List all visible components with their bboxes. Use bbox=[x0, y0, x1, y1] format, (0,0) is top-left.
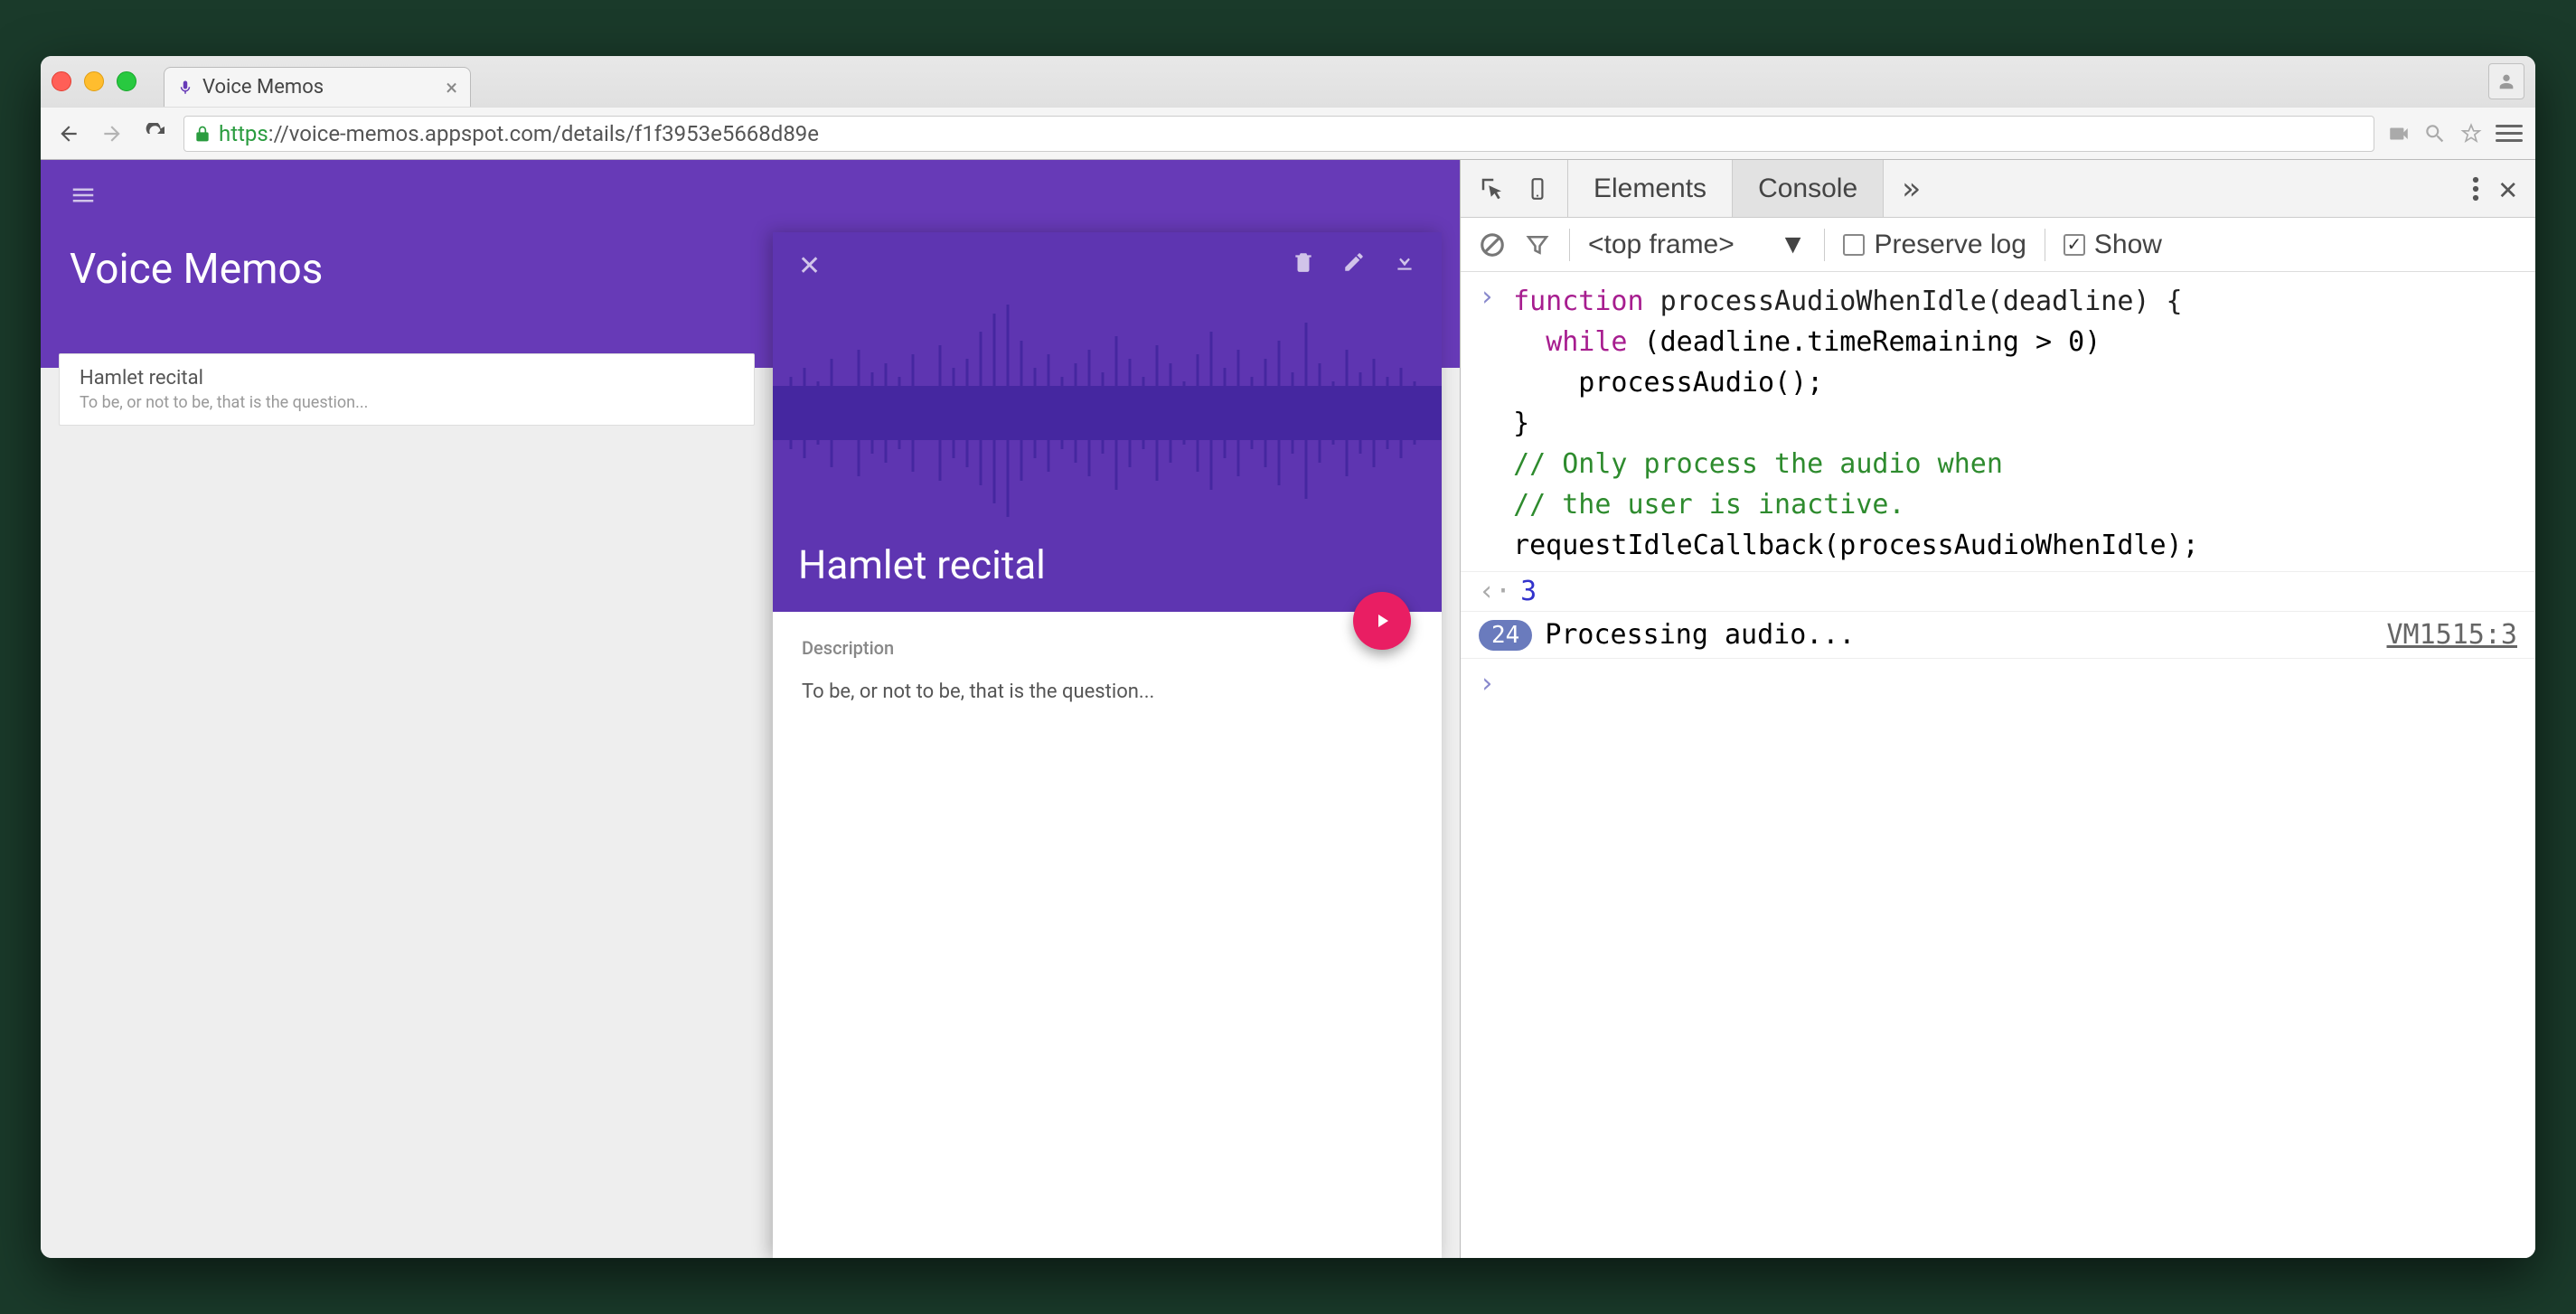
download-icon[interactable] bbox=[1393, 250, 1416, 274]
inspect-icon[interactable] bbox=[1479, 175, 1506, 202]
tab-elements[interactable]: Elements bbox=[1568, 160, 1733, 217]
browser-window: Voice Memos × https://voice-memos.appspo… bbox=[41, 56, 2535, 1258]
filter-icon[interactable] bbox=[1524, 231, 1551, 258]
camera-icon[interactable] bbox=[2387, 122, 2411, 145]
pencil-icon[interactable] bbox=[1342, 250, 1366, 274]
code-line: // the user is inactive. bbox=[1513, 484, 2199, 525]
log-count-badge: 24 bbox=[1479, 620, 1532, 651]
reload-icon bbox=[145, 123, 166, 145]
play-fab[interactable] bbox=[1353, 592, 1411, 650]
profile-button[interactable] bbox=[2488, 63, 2524, 99]
code-line: processAudio(); bbox=[1513, 362, 2199, 403]
input-prompt-icon: › bbox=[1479, 281, 1513, 566]
detail-title: Hamlet recital bbox=[798, 541, 1046, 588]
waveform-visualization bbox=[773, 296, 1442, 530]
memo-detail-card: ✕ bbox=[773, 232, 1442, 1258]
window-controls bbox=[52, 71, 136, 91]
preserve-log-toggle[interactable]: Preserve log bbox=[1843, 230, 2026, 260]
return-arrow-icon: ‹· bbox=[1479, 576, 1511, 607]
chevron-down-icon: ▼ bbox=[1780, 230, 1807, 260]
memo-list-item[interactable]: Hamlet recital To be, or not to be, that… bbox=[59, 353, 755, 426]
lock-icon bbox=[193, 125, 212, 143]
detail-body: Description To be, or not to be, that is… bbox=[773, 612, 1442, 728]
forward-button[interactable] bbox=[97, 118, 127, 149]
omnibox-actions bbox=[2387, 122, 2483, 145]
description-text: To be, or not to be, that is the questio… bbox=[802, 680, 1413, 703]
tabstrip: Voice Memos × bbox=[41, 56, 2535, 107]
console-return-row: ‹· 3 bbox=[1461, 572, 2535, 612]
trash-icon[interactable] bbox=[1292, 250, 1315, 274]
reload-button[interactable] bbox=[140, 118, 171, 149]
tab-console[interactable]: Console bbox=[1733, 160, 1884, 217]
console-output[interactable]: › function processAudioWhenIdle(deadline… bbox=[1461, 272, 2535, 1258]
browser-tab[interactable]: Voice Memos × bbox=[164, 67, 471, 107]
browser-chrome: Voice Memos × https://voice-memos.appspo… bbox=[41, 56, 2535, 160]
console-filterbar: <top frame> ▼ Preserve log Show bbox=[1461, 218, 2535, 272]
kebab-icon[interactable] bbox=[2472, 175, 2479, 202]
devtools-tab-icons bbox=[1461, 160, 1568, 217]
person-icon bbox=[2496, 71, 2516, 91]
devtools-close-icon[interactable]: ✕ bbox=[2499, 171, 2517, 207]
microphone-icon bbox=[177, 80, 193, 96]
console-input-block: › function processAudioWhenIdle(deadline… bbox=[1461, 276, 2535, 572]
chrome-menu-button[interactable] bbox=[2496, 120, 2523, 147]
frame-selector[interactable]: <top frame> ▼ bbox=[1588, 230, 1806, 260]
checkbox-unchecked-icon bbox=[1843, 234, 1865, 256]
return-value: 3 bbox=[1520, 576, 1537, 607]
close-window-button[interactable] bbox=[52, 71, 71, 91]
log-source-link[interactable]: VM1515:3 bbox=[2387, 619, 2518, 651]
memo-list: Hamlet recital To be, or not to be, that… bbox=[59, 368, 755, 435]
play-icon bbox=[1371, 610, 1393, 632]
arrow-left-icon bbox=[57, 122, 80, 145]
devtools-panel: Elements Console » ✕ <top frame> ▼ bbox=[1460, 160, 2535, 1258]
code-line: while (deadline.timeRemaining > 0) bbox=[1513, 322, 2199, 362]
detail-header: ✕ bbox=[773, 232, 1442, 612]
show-toggle[interactable]: Show bbox=[2064, 230, 2162, 260]
devtools-right-controls: ✕ bbox=[2454, 160, 2535, 217]
checkbox-checked-icon bbox=[2064, 234, 2085, 256]
tab-close-icon[interactable]: × bbox=[446, 77, 457, 99]
console-log-row: 24 Processing audio... VM1515:3 bbox=[1461, 612, 2535, 659]
code-line: } bbox=[1513, 403, 2199, 444]
code-line: function processAudioWhenIdle(deadline) … bbox=[1513, 281, 2199, 322]
tabs-overflow-icon[interactable]: » bbox=[1884, 160, 1938, 217]
url-text: https://voice-memos.appspot.com/details/… bbox=[219, 121, 819, 146]
code-line: // Only process the audio when bbox=[1513, 444, 2199, 484]
description-label: Description bbox=[802, 637, 1413, 659]
clear-console-icon[interactable] bbox=[1479, 231, 1506, 258]
input-prompt-icon: › bbox=[1479, 668, 1513, 699]
voice-memos-app: Voice Memos Hamlet recital To be, or not… bbox=[41, 160, 1460, 1258]
zoom-icon[interactable] bbox=[2423, 122, 2447, 145]
hamburger-icon[interactable] bbox=[70, 182, 97, 209]
tab-title: Voice Memos bbox=[202, 76, 324, 99]
memo-item-subtitle: To be, or not to be, that is the questio… bbox=[80, 393, 734, 412]
detail-actions bbox=[1292, 250, 1416, 274]
code-line: requestIdleCallback(processAudioWhenIdle… bbox=[1513, 525, 2199, 566]
browser-toolbar: https://voice-memos.appspot.com/details/… bbox=[41, 107, 2535, 159]
content-area: Voice Memos Hamlet recital To be, or not… bbox=[41, 160, 2535, 1258]
devtools-tabbar: Elements Console » ✕ bbox=[1461, 160, 2535, 218]
console-prompt-row[interactable]: › bbox=[1461, 659, 2535, 709]
minimize-window-button[interactable] bbox=[84, 71, 104, 91]
back-button[interactable] bbox=[53, 118, 84, 149]
log-message: Processing audio... bbox=[1545, 619, 1855, 651]
device-icon[interactable] bbox=[1526, 173, 1549, 205]
maximize-window-button[interactable] bbox=[117, 71, 136, 91]
address-bar[interactable]: https://voice-memos.appspot.com/details/… bbox=[183, 116, 2374, 152]
star-icon[interactable] bbox=[2459, 122, 2483, 145]
memo-item-title: Hamlet recital bbox=[80, 367, 734, 390]
arrow-right-icon bbox=[100, 122, 124, 145]
